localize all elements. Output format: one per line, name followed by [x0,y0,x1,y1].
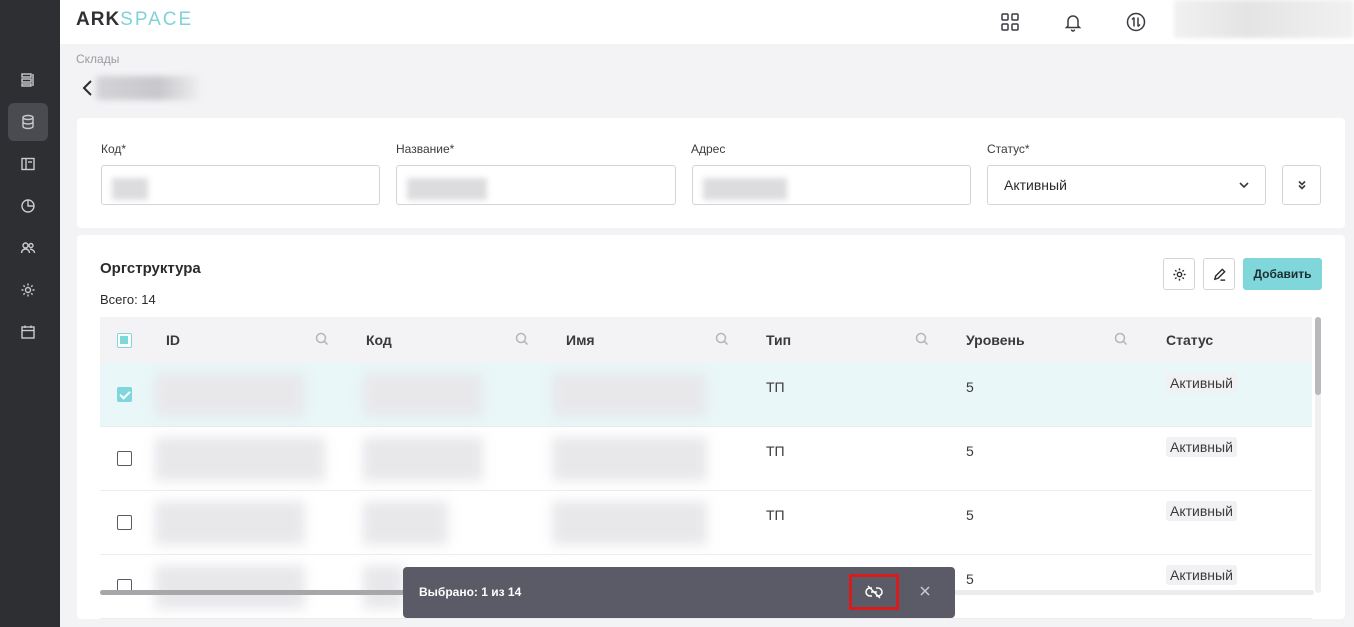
page-title [96,76,200,100]
row-level: 5 [966,443,974,459]
name-field[interactable] [396,165,676,205]
calendar-icon [21,325,35,339]
column-header-status[interactable]: Статус [1166,332,1213,348]
back-button[interactable] [78,78,98,98]
status-badge: Активный [1166,437,1237,457]
row-checkbox[interactable] [117,515,132,530]
sidebar [0,0,60,627]
double-chevron-down-icon [1297,180,1306,190]
row-checkbox[interactable] [117,387,132,402]
vertical-scroll-thumb[interactable] [1315,317,1321,395]
status-label: Статус* [987,142,1030,156]
row-type: ТП [766,443,785,459]
search-icon[interactable] [1114,332,1128,346]
select-all-checkbox[interactable] [117,333,132,348]
close-icon [920,586,930,596]
search-icon[interactable] [515,332,529,346]
bell-icon [1064,15,1082,32]
user-profile[interactable] [1174,0,1354,38]
table-row[interactable]: ТП 5 Активный [100,363,1312,427]
notifications-button[interactable] [1059,8,1087,36]
address-label: Адрес [691,142,726,156]
address-field[interactable] [692,165,971,205]
layout-list-icon [21,73,34,87]
database-icon [22,114,34,130]
pie-chart-icon [21,199,35,213]
status-badge: Активный [1166,373,1237,393]
gear-icon [21,283,35,297]
column-header-code[interactable]: Код [366,332,392,348]
logo-space: SPACE [120,9,194,30]
code-field[interactable] [101,165,380,205]
row-level: 5 [966,507,974,523]
swap-circle-icon [1126,12,1146,32]
unlink-button[interactable] [849,574,899,610]
table-header: ID Код Имя Тип Уровень Статус [100,317,1312,363]
sidebar-item-layout[interactable] [8,145,48,183]
row-type: ТП [766,507,785,523]
gear-icon [1172,267,1186,281]
sidebar-item-users[interactable] [8,229,48,267]
layout-icon [21,157,35,171]
name-label: Название* [396,142,455,156]
apps-grid-button[interactable] [996,8,1024,36]
expand-form-button[interactable] [1282,165,1321,205]
row-type: ТП [766,379,785,395]
status-badge: Активный [1166,501,1237,521]
column-header-type[interactable]: Тип [766,332,791,348]
vertical-scrollbar[interactable] [1315,317,1321,593]
org-structure-card: Оргструктура Всего: 14 Добавить ID Код И… [77,235,1345,619]
status-select[interactable]: Активный [987,165,1266,205]
close-selection-button[interactable] [919,584,935,600]
selection-toolbar: Выбрано: 1 из 14 [403,567,955,618]
total-count: Всего: 14 [100,292,156,307]
unlink-icon [865,585,883,599]
column-header-name[interactable]: Имя [566,332,595,348]
selection-count: Выбрано: 1 из 14 [419,585,522,599]
sidebar-item-analytics[interactable] [8,187,48,225]
search-icon[interactable] [315,332,329,346]
row-level: 5 [966,379,974,395]
edit-button[interactable] [1203,258,1235,290]
sidebar-item-database[interactable] [8,103,48,141]
logo[interactable]: ARKSPACE [76,9,193,31]
org-structure-title: Оргструктура [100,260,201,277]
code-label: Код* [101,142,127,156]
status-select-value: Активный [1004,177,1067,193]
search-icon[interactable] [915,332,929,346]
users-icon [20,242,36,254]
chevron-left-icon [82,80,92,96]
breadcrumb[interactable]: Склады [76,52,119,66]
add-button[interactable]: Добавить [1243,258,1322,290]
apps-grid-icon [1001,13,1019,31]
sidebar-item-settings[interactable] [8,271,48,309]
row-checkbox[interactable] [117,451,132,466]
pencil-icon [1213,267,1226,281]
status-badge: Активный [1166,565,1237,585]
table-row[interactable]: ТП 5 Активный [100,491,1312,555]
logo-ark: ARK [76,9,121,30]
column-header-id[interactable]: ID [166,332,180,348]
warehouse-form: Код* Название* Адрес Статус* Активный [77,118,1345,228]
sidebar-item-calendar[interactable] [8,313,48,351]
search-icon[interactable] [715,332,729,346]
top-header: ARKSPACE [60,0,1354,44]
column-header-level[interactable]: Уровень [966,332,1025,348]
table-settings-button[interactable] [1163,258,1195,290]
chevron-down-icon [1237,178,1251,192]
sidebar-item-dashboard[interactable] [8,61,48,99]
table-row[interactable]: ТП 5 Активный [100,427,1312,491]
horizontal-scroll-thumb[interactable] [100,590,420,595]
row-level: 5 [966,571,974,587]
switch-button[interactable] [1122,8,1150,36]
